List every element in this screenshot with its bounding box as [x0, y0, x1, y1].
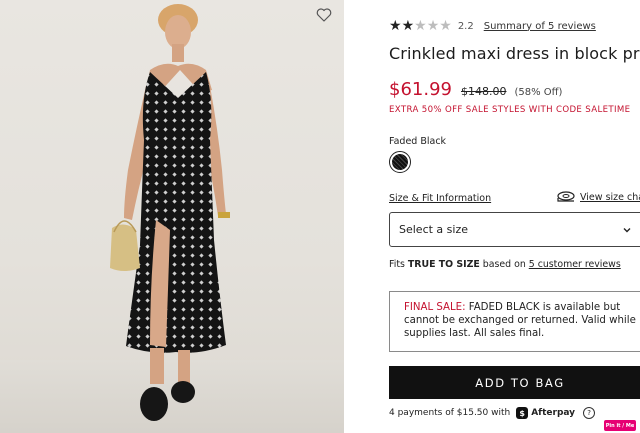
pin-it-button[interactable]: Pin it / Me [604, 420, 636, 431]
star-empty-icon: ★ [426, 18, 440, 34]
afterpay-text: 4 payments of $15.50 with [389, 408, 511, 418]
star-empty-icon: ★ [414, 18, 427, 34]
color-name: Faded Black [389, 136, 447, 147]
rating-summary: ★ ★ ★ ★ ★ 2.2 Summary of 5 reviews [389, 18, 596, 34]
heart-outline-icon[interactable] [315, 6, 333, 24]
afterpay-logo: $ Afterpay [516, 407, 575, 419]
star-filled-icon: ★ [389, 18, 402, 34]
promo-message: EXTRA 50% OFF SALE STYLES WITH CODE SALE… [389, 105, 631, 115]
color-swatch-faded-black[interactable] [389, 151, 411, 173]
star-empty-icon: ★ [439, 18, 452, 34]
product-details: ★ ★ ★ ★ ★ 2.2 Summary of 5 reviews Crink… [389, 0, 640, 433]
fit-note-bold: TRUE TO SIZE [407, 259, 480, 270]
size-select-value: Select a size [399, 223, 468, 236]
size-chart-label: View size chart [580, 191, 640, 203]
star-rating: ★ ★ ★ ★ ★ [389, 18, 452, 34]
price-block: $61.99 $148.00 (58% Off) [389, 79, 562, 100]
size-chart-link[interactable]: View size chart [556, 191, 640, 203]
original-price: $148.00 [460, 85, 507, 98]
size-fit-info-link[interactable]: Size & Fit Information [389, 193, 491, 204]
model-figure [110, 4, 230, 421]
fit-note: Fits TRUE TO SIZE based on 5 customer re… [389, 259, 621, 270]
star-filled-icon: ★ [401, 18, 415, 34]
tape-measure-icon [557, 191, 575, 202]
fit-note-prefix: Fits [389, 259, 408, 270]
final-sale-label: FINAL SALE: [404, 302, 466, 313]
size-select[interactable]: Select a size [389, 212, 640, 247]
help-icon[interactable]: ? [583, 407, 596, 419]
fit-note-mid: based on [479, 259, 529, 270]
product-title: Crinkled maxi dress in block print [389, 44, 640, 63]
final-sale-notice: FINAL SALE: FADED BLACK is available but… [389, 291, 640, 352]
customer-reviews-link[interactable]: 5 customer reviews [529, 259, 621, 270]
reviews-summary-link[interactable]: Summary of 5 reviews [484, 21, 596, 32]
afterpay-logo-icon: $ [516, 407, 529, 419]
product-image[interactable] [0, 0, 344, 433]
rating-value: 2.2 [457, 20, 474, 32]
sale-price: $61.99 [389, 79, 452, 100]
chevron-down-icon [623, 228, 631, 233]
afterpay-info: 4 payments of $15.50 with $ Afterpay ? [389, 407, 596, 419]
add-to-bag-button[interactable]: ADD TO BAG [389, 366, 640, 399]
swatch-fill [392, 154, 408, 170]
discount-percent: (58% Off) [514, 87, 563, 98]
afterpay-brand: Afterpay [531, 408, 576, 418]
